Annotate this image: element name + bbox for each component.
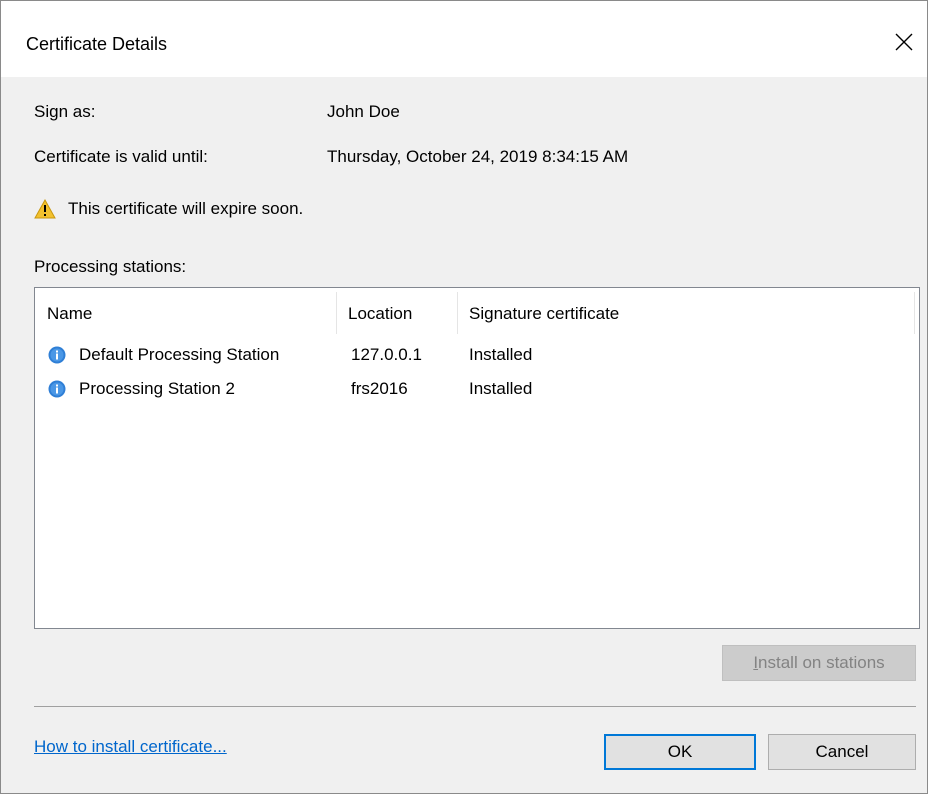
station-certificate-status: Installed	[469, 345, 533, 364]
valid-until-value: Thursday, October 24, 2019 8:34:15 AM	[327, 147, 629, 166]
title-bar: Certificate Details	[1, 1, 927, 77]
column-header-name[interactable]: Name	[47, 288, 92, 338]
close-button[interactable]	[881, 21, 925, 65]
ok-button[interactable]: OK	[604, 734, 756, 770]
processing-stations-label: Processing stations:	[34, 257, 187, 276]
table-row[interactable]: Processing Station 2 frs2016 Installed	[35, 372, 919, 406]
expiry-warning: This certificate will expire soon.	[34, 197, 303, 221]
column-header-location[interactable]: Location	[348, 288, 412, 338]
install-on-stations-button[interactable]: Install on stations	[722, 645, 916, 681]
close-icon	[895, 33, 913, 51]
station-certificate-status: Installed	[469, 379, 533, 398]
info-icon	[48, 380, 66, 398]
station-name: Default Processing Station	[79, 345, 280, 364]
column-divider[interactable]	[914, 292, 915, 334]
list-header: Name Location Signature certificate	[35, 288, 919, 338]
certificate-details-dialog: Certificate Details Sign as: John Doe Ce…	[0, 0, 928, 794]
station-location: frs2016	[351, 379, 408, 398]
station-location: 127.0.0.1	[351, 345, 422, 364]
valid-until-label: Certificate is valid until:	[34, 147, 208, 166]
warning-icon	[34, 199, 56, 219]
stations-list[interactable]: Name Location Signature certificate Defa…	[34, 287, 920, 629]
station-name: Processing Station 2	[79, 379, 235, 398]
column-header-signature-certificate[interactable]: Signature certificate	[469, 288, 619, 338]
dialog-title: Certificate Details	[26, 34, 168, 54]
install-button-label: nstall on stations	[758, 653, 885, 672]
warning-text: This certificate will expire soon.	[68, 199, 304, 218]
column-divider[interactable]	[336, 292, 337, 334]
table-row[interactable]: Default Processing Station 127.0.0.1 Ins…	[35, 338, 919, 372]
sign-as-label: Sign as:	[34, 102, 96, 121]
column-divider[interactable]	[457, 292, 458, 334]
cancel-button[interactable]: Cancel	[768, 734, 916, 770]
divider	[34, 706, 916, 707]
how-to-install-link[interactable]: How to install certificate...	[34, 737, 227, 757]
info-icon	[48, 346, 66, 364]
sign-as-value: John Doe	[327, 102, 400, 121]
